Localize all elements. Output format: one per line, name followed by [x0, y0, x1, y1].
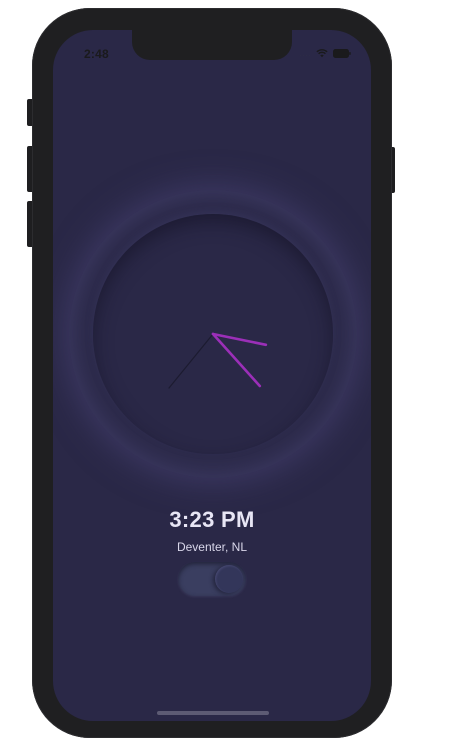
clock-second-hand [168, 333, 214, 389]
toggle-knob[interactable] [215, 565, 243, 593]
analog-clock [168, 332, 268, 389]
phone-frame: 2:48 .... 3:23 PM Deventer, NL [32, 8, 392, 738]
app-screen: 2:48 .... 3:23 PM Deventer, NL [53, 30, 371, 721]
notch [132, 30, 292, 60]
device-mockup: 2:48 .... 3:23 PM Deventer, NL [0, 0, 459, 755]
location-label: Deventer, NL [176, 540, 248, 554]
wifi-icon [316, 48, 328, 58]
status-bar-time: 2:48 [84, 47, 109, 61]
home-indicator[interactable] [157, 711, 269, 715]
digital-time: 3:23 PM [169, 507, 255, 532]
signal-icon: .... [298, 48, 311, 58]
battery-icon [333, 48, 351, 58]
theme-toggle[interactable] [178, 562, 246, 596]
status-bar-right: .... [299, 47, 351, 59]
